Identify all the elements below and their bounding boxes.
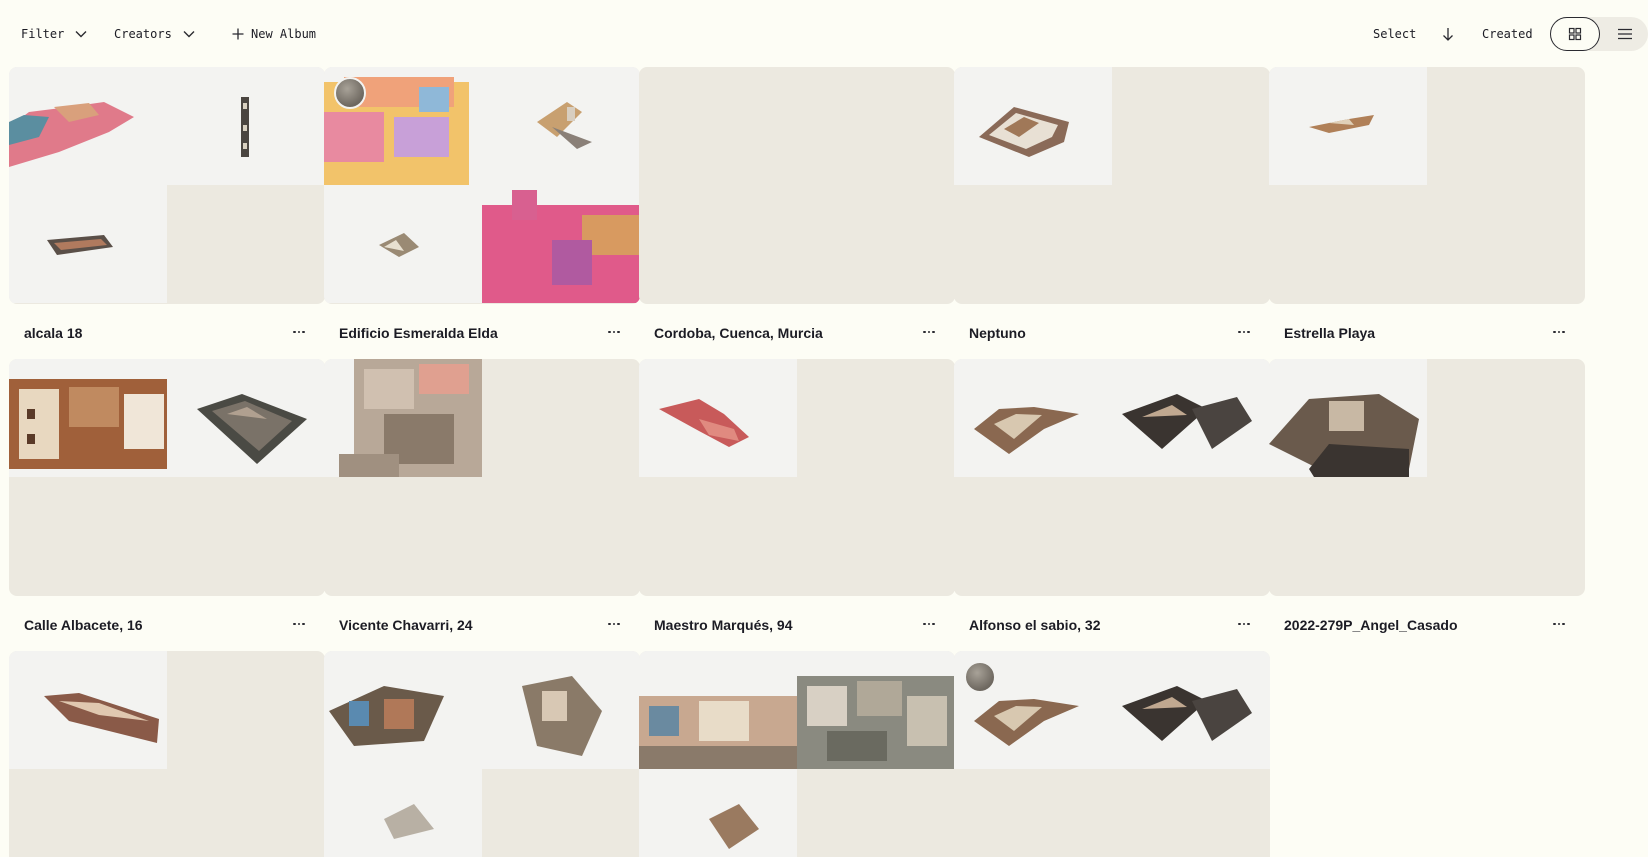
new-album-button[interactable]: New Album: [231, 24, 316, 44]
album-thumbnail[interactable]: [9, 67, 325, 304]
album-thumbnail[interactable]: [954, 67, 1270, 304]
grid-icon: [1568, 27, 1582, 41]
album-thumbnail[interactable]: [324, 651, 640, 857]
new-album-label: New Album: [251, 27, 317, 41]
album-title: Estrella Playa: [1284, 325, 1376, 341]
more-horizontal-icon[interactable]: [1547, 614, 1571, 634]
filter-label: Filter: [21, 27, 65, 41]
more-horizontal-icon[interactable]: [1232, 322, 1256, 342]
album-card[interactable]: [954, 651, 1270, 857]
plus-icon: [232, 28, 244, 40]
select-button[interactable]: Select: [1373, 24, 1416, 44]
album-thumbnail[interactable]: [954, 651, 1270, 857]
scan-preview: [324, 651, 482, 769]
scan-preview: [482, 67, 640, 185]
album-card[interactable]: Vicente Chavarri, 24: [324, 359, 640, 633]
more-horizontal-icon[interactable]: [1232, 614, 1256, 634]
scan-preview: [639, 769, 797, 857]
creators-dropdown[interactable]: Creators: [114, 24, 196, 44]
more-horizontal-icon[interactable]: [1547, 322, 1571, 342]
album-card[interactable]: 2022-279P_Angel_Casado: [1269, 359, 1585, 633]
sort-direction-button[interactable]: [1441, 24, 1455, 44]
album-thumbnail[interactable]: [1269, 67, 1585, 304]
album-card[interactable]: Maestro Marqués, 94: [639, 359, 955, 633]
scan-preview: [324, 185, 482, 303]
album-title: Cordoba, Cuenca, Murcia: [654, 325, 823, 341]
scan-preview: [797, 651, 955, 769]
more-horizontal-icon[interactable]: [602, 322, 626, 342]
chevron-down-icon: [75, 31, 87, 38]
album-thumbnail[interactable]: [639, 67, 955, 304]
album-thumbnail[interactable]: [639, 359, 955, 596]
album-thumbnail[interactable]: [954, 359, 1270, 596]
toolbar: Filter Creators New Album Select Created: [0, 0, 1648, 68]
album-thumbnail[interactable]: [9, 651, 325, 857]
album-thumbnail[interactable]: [9, 359, 325, 596]
creators-label: Creators: [114, 27, 172, 41]
more-horizontal-icon[interactable]: [287, 322, 311, 342]
scan-preview: [324, 769, 482, 857]
scan-preview: [9, 185, 167, 303]
album-thumbnail[interactable]: [639, 651, 955, 857]
scan-preview: [9, 359, 167, 477]
scan-preview: [639, 651, 797, 769]
scan-preview: [1269, 359, 1427, 477]
select-label: Select: [1373, 27, 1417, 41]
scan-preview: [167, 359, 325, 477]
scan-preview: [167, 67, 325, 185]
album-card[interactable]: Edificio Esmeralda Elda: [324, 67, 640, 341]
album-card[interactable]: Estrella Playa: [1269, 67, 1585, 341]
scan-preview: [482, 185, 640, 303]
avatar: [334, 77, 366, 109]
scan-preview: [1269, 67, 1427, 185]
album-thumbnail[interactable]: [1269, 359, 1585, 596]
chevron-down-icon: [183, 31, 195, 38]
album-title: Alfonso el sabio, 32: [969, 617, 1101, 633]
scan-preview: [1112, 359, 1270, 477]
sort-label: Created: [1482, 27, 1533, 41]
scan-preview: [954, 67, 1112, 185]
scan-preview: [639, 359, 797, 477]
avatar: [964, 661, 996, 693]
scan-preview: [482, 651, 640, 769]
album-card[interactable]: Alfonso el sabio, 32: [954, 359, 1270, 633]
list-icon: [1618, 28, 1632, 40]
album-card[interactable]: Neptuno: [954, 67, 1270, 341]
arrow-down-icon: [1443, 28, 1453, 41]
more-horizontal-icon[interactable]: [602, 614, 626, 634]
album-title: Calle Albacete, 16: [24, 617, 143, 633]
album-thumbnail[interactable]: [324, 359, 640, 596]
album-card[interactable]: Calle Albacete, 16: [9, 359, 325, 633]
album-card[interactable]: [324, 651, 640, 857]
view-toggle: [1550, 17, 1648, 51]
album-thumbnail[interactable]: [324, 67, 640, 304]
grid-view-button[interactable]: [1550, 17, 1600, 51]
album-title: Vicente Chavarri, 24: [339, 617, 473, 633]
album-title: Edificio Esmeralda Elda: [339, 325, 498, 341]
album-card[interactable]: [639, 651, 955, 857]
scan-preview: [9, 67, 167, 185]
scan-preview: [954, 359, 1112, 477]
more-horizontal-icon[interactable]: [917, 322, 941, 342]
sort-field-button[interactable]: Created: [1482, 24, 1533, 44]
album-title: Neptuno: [969, 325, 1026, 341]
scan-preview: [9, 651, 167, 769]
album-title: Maestro Marqués, 94: [654, 617, 793, 633]
list-view-button[interactable]: [1600, 17, 1648, 51]
album-card[interactable]: alcala 18: [9, 67, 325, 341]
scan-preview: [1112, 651, 1270, 769]
album-title: 2022-279P_Angel_Casado: [1284, 617, 1458, 633]
more-horizontal-icon[interactable]: [917, 614, 941, 634]
album-title: alcala 18: [24, 325, 83, 341]
album-card[interactable]: Cordoba, Cuenca, Murcia: [639, 67, 955, 341]
filter-dropdown[interactable]: Filter: [21, 24, 88, 44]
scan-preview: [324, 359, 482, 477]
album-card[interactable]: [9, 651, 325, 857]
more-horizontal-icon[interactable]: [287, 614, 311, 634]
